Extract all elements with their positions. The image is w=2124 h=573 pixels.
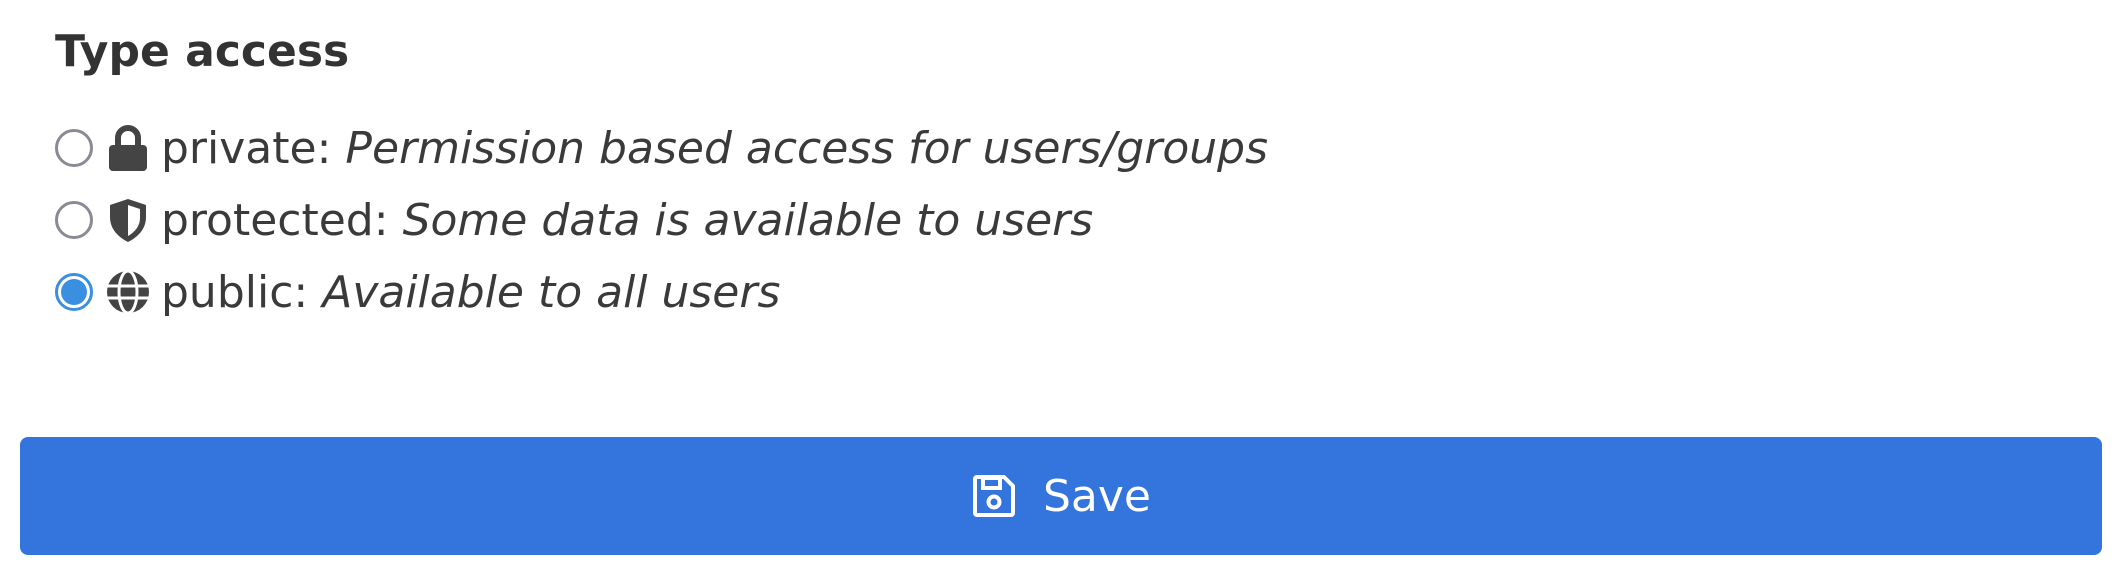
lock-icon xyxy=(105,125,151,171)
globe-icon xyxy=(105,269,151,315)
protected-option-text: protected: Some data is available to use… xyxy=(161,195,1093,246)
protected-label: protected: xyxy=(161,194,389,246)
section-title: Type access xyxy=(55,26,350,77)
access-type-panel: Type access private: Permission based ac… xyxy=(0,0,2124,573)
public-radio[interactable] xyxy=(55,273,93,311)
save-button[interactable]: Save xyxy=(20,437,2102,555)
save-button-label: Save xyxy=(1042,470,1151,522)
option-private[interactable]: private: Permission based access for use… xyxy=(55,112,1268,184)
public-description: Available to all users xyxy=(322,266,781,318)
private-label: private: xyxy=(161,122,332,174)
protected-description: Some data is available to users xyxy=(402,194,1094,246)
private-description: Permission based access for users/groups xyxy=(345,122,1268,174)
private-option-text: private: Permission based access for use… xyxy=(161,123,1268,174)
access-type-radio-group: private: Permission based access for use… xyxy=(55,112,1268,328)
public-option-text: public: Available to all users xyxy=(161,267,780,318)
protected-radio[interactable] xyxy=(55,201,93,239)
public-label: public: xyxy=(161,266,309,318)
shield-icon xyxy=(105,197,151,243)
floppy-disk-icon xyxy=(971,473,1017,519)
option-public[interactable]: public: Available to all users xyxy=(55,256,1268,328)
private-radio[interactable] xyxy=(55,129,93,167)
option-protected[interactable]: protected: Some data is available to use… xyxy=(55,184,1268,256)
